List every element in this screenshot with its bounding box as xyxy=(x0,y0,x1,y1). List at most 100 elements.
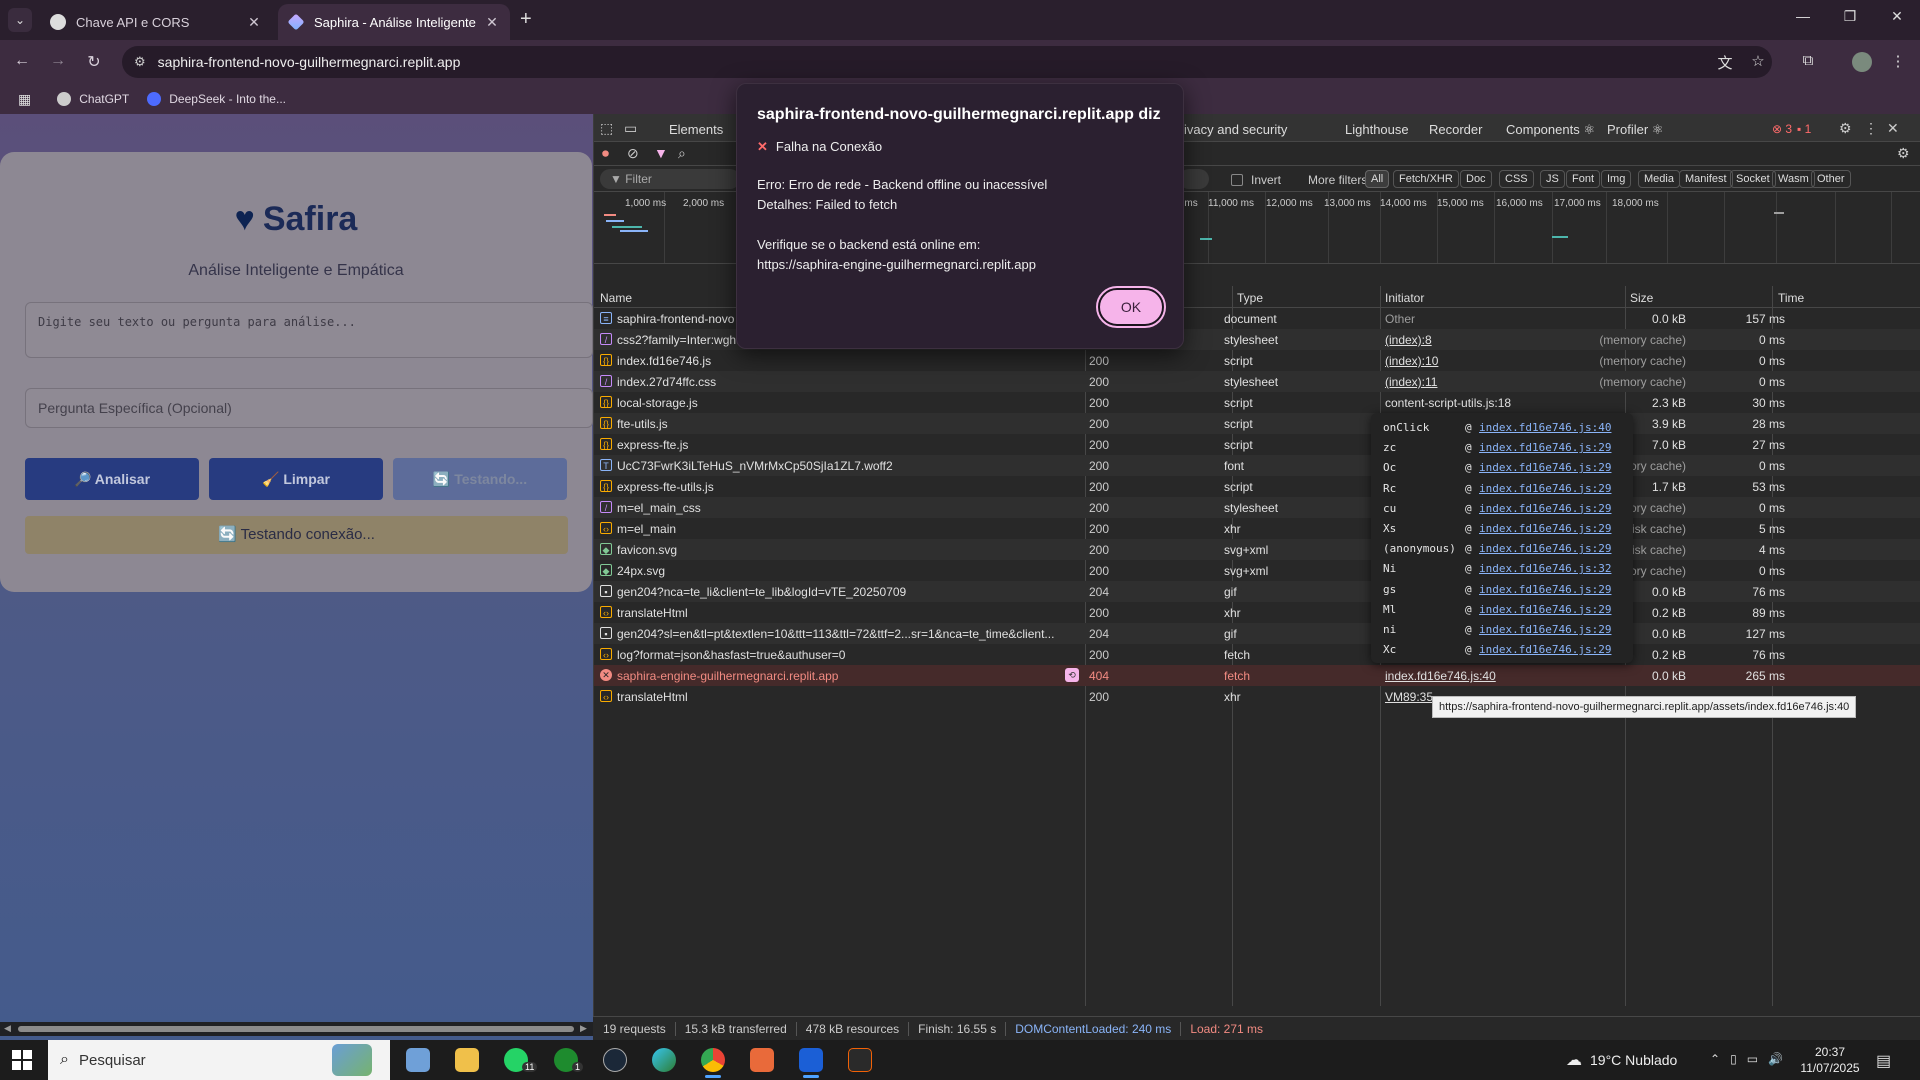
stack-location-link[interactable]: index.fd16e746.js:29 xyxy=(1479,482,1611,495)
windows-start-icon[interactable] xyxy=(12,1050,32,1070)
device-toggle-icon[interactable]: ▭ xyxy=(624,120,637,137)
stack-location-link[interactable]: index.fd16e746.js:29 xyxy=(1479,583,1611,596)
more-options-icon[interactable]: ⋮ xyxy=(1864,120,1878,137)
request-row[interactable]: / index.27d74ffc.css 200 stylesheet (index):… xyxy=(594,371,1920,392)
type-filter-doc[interactable]: Doc xyxy=(1460,170,1492,188)
override-badge-icon[interactable]: ⟲ xyxy=(1065,668,1079,682)
chevron-up-icon[interactable]: ⌃ xyxy=(1710,1052,1720,1066)
tab-recorder[interactable]: Recorder xyxy=(1429,122,1482,137)
clock[interactable]: 20:37 11/07/2025 xyxy=(1798,1044,1862,1076)
col-name[interactable]: Name xyxy=(600,291,632,305)
request-row[interactable]: ◆ 24px.svg 200 svg+xml (memory cache) 0 ms xyxy=(594,560,1920,581)
request-row[interactable]: {} express-fte-utils.js 200 script 1.7 kB 53 … xyxy=(594,476,1920,497)
type-filter-fetchxhr[interactable]: Fetch/XHR xyxy=(1393,170,1459,188)
request-row[interactable]: {} local-storage.js 200 script content-scrip… xyxy=(594,392,1920,413)
stack-location-link[interactable]: index.fd16e746.js:29 xyxy=(1479,542,1611,555)
stack-location-link[interactable]: index.fd16e746.js:29 xyxy=(1479,461,1611,474)
col-size[interactable]: Size xyxy=(1630,291,1653,305)
site-info-icon[interactable]: ⚙ xyxy=(134,54,146,70)
profile-avatar[interactable] xyxy=(1852,52,1872,72)
window-close-icon[interactable]: ✕ xyxy=(1887,8,1907,25)
tab-saphira[interactable]: Saphira - Análise Inteligente ✕ xyxy=(278,4,510,40)
request-row[interactable]: ‹› m=el_main 200 xhr (disk cache) 5 ms xyxy=(594,518,1920,539)
close-icon[interactable]: ✕ xyxy=(246,14,262,31)
bookmark-star-icon[interactable]: ☆ xyxy=(1748,52,1768,70)
close-devtools-icon[interactable]: ✕ xyxy=(1887,120,1899,137)
notes-app-icon[interactable] xyxy=(406,1048,430,1072)
forward-icon[interactable]: → xyxy=(48,52,68,70)
stack-location-link[interactable]: index.fd16e746.js:32 xyxy=(1479,562,1611,575)
col-time[interactable]: Time xyxy=(1778,291,1804,305)
col-initiator[interactable]: Initiator xyxy=(1385,291,1424,305)
extensions-icon[interactable]: ⧉ xyxy=(1798,52,1818,69)
file-explorer-icon[interactable] xyxy=(455,1048,479,1072)
replit-icon[interactable] xyxy=(848,1048,872,1072)
taskbar-search[interactable]: ⌕ Pesquisar xyxy=(48,1040,390,1080)
invert-checkbox[interactable]: Invert xyxy=(1231,173,1281,187)
inspect-icon[interactable]: ⬚ xyxy=(600,120,613,137)
analyze-button[interactable]: 🔎 Analisar xyxy=(25,458,199,500)
type-filter-font[interactable]: Font xyxy=(1566,170,1601,188)
address-bar[interactable]: ⚙ saphira-frontend-novo-guilhermegnarci.… xyxy=(122,46,1772,78)
type-filter-js[interactable]: JS xyxy=(1540,170,1565,188)
tab-lighthouse[interactable]: Lighthouse xyxy=(1345,122,1409,137)
volume-icon[interactable]: 🔊 xyxy=(1768,1052,1783,1066)
type-filter-all[interactable]: All xyxy=(1365,170,1390,188)
stack-location-link[interactable]: index.fd16e746.js:29 xyxy=(1479,522,1611,535)
request-row[interactable]: ▪ gen204?nca=te_li&client=te_lib&logId=vT… xyxy=(594,581,1920,602)
weather-widget[interactable]: ☁ 19°C Nublado xyxy=(1566,1040,1677,1080)
filter-icon[interactable]: ▼ xyxy=(654,145,668,161)
tab-search-button[interactable]: ⌄ xyxy=(8,8,32,32)
request-row[interactable]: ✕ saphira-engine-guilhermegnarci.replit.a… xyxy=(594,665,1920,686)
steam-icon[interactable] xyxy=(603,1048,627,1072)
new-tab-button[interactable]: + xyxy=(520,8,532,30)
edge-icon[interactable] xyxy=(652,1048,676,1072)
stack-location-link[interactable]: index.fd16e746.js:29 xyxy=(1479,603,1611,616)
reload-icon[interactable]: ↻ xyxy=(84,52,104,72)
scrollbar-thumb[interactable] xyxy=(18,1026,574,1032)
device-icon[interactable]: ▯ xyxy=(1730,1052,1737,1066)
request-row[interactable]: ◆ favicon.svg 200 svg+xml (disk cache) 4 ms xyxy=(594,539,1920,560)
stack-location-link[interactable]: index.fd16e746.js:29 xyxy=(1479,441,1611,454)
scroll-right-icon[interactable]: ▶ xyxy=(580,1023,587,1034)
type-filter-img[interactable]: Img xyxy=(1601,170,1632,188)
test-connection-button[interactable]: 🔄 Testando... xyxy=(393,458,567,500)
tab-chave-api[interactable]: Chave API e CORS ✕ xyxy=(40,4,272,40)
bookmark-chatgpt[interactable]: ChatGPT xyxy=(57,92,129,106)
chrome-icon[interactable] xyxy=(701,1048,725,1078)
search-icon[interactable]: ⌕ xyxy=(678,145,686,162)
type-filter-wasm[interactable]: Wasm xyxy=(1772,170,1815,188)
request-row[interactable]: ‹› log?format=json&hasfast=true&authuser=… xyxy=(594,644,1920,665)
request-row[interactable]: T UcC73FwrK3iLTeHuS_nVMrMxCp50SjIa1ZL7.wo… xyxy=(594,455,1920,476)
type-filter-other[interactable]: Other xyxy=(1811,170,1851,188)
clear-button[interactable]: 🧹 Limpar xyxy=(209,458,383,500)
request-row[interactable]: / m=el_main_css 200 stylesheet (memory cache… xyxy=(594,497,1920,518)
ok-button[interactable]: OK xyxy=(1096,286,1166,328)
checkbox-box[interactable] xyxy=(1231,174,1243,186)
tab-profiler[interactable]: Profiler ⚛ xyxy=(1607,122,1663,138)
restore-icon[interactable]: ❐ xyxy=(1840,8,1860,25)
question-input[interactable]: Pergunta Específica (Opcional) xyxy=(25,388,593,428)
stack-location-link[interactable]: index.fd16e746.js:29 xyxy=(1479,623,1611,636)
request-row[interactable]: ‹› translateHtml 200 xhr 0.2 kB 89 ms xyxy=(594,602,1920,623)
notification-center-icon[interactable]: ▤ xyxy=(1876,1051,1891,1071)
tab-elements[interactable]: Elements xyxy=(669,122,723,137)
type-filter-socket[interactable]: Socket xyxy=(1730,170,1776,188)
apps-grid-icon[interactable]: ▦ xyxy=(18,91,31,108)
warning-count-badge[interactable]: ▪ 1 xyxy=(1797,122,1811,136)
stack-location-link[interactable]: index.fd16e746.js:40 xyxy=(1479,421,1611,434)
translate-icon[interactable]: 文 xyxy=(1715,52,1735,73)
col-type[interactable]: Type xyxy=(1237,291,1263,305)
claude-icon[interactable] xyxy=(750,1048,774,1072)
request-row[interactable]: {} fte-utils.js 200 script 3.9 kB 28 ms xyxy=(594,413,1920,434)
type-filter-css[interactable]: CSS xyxy=(1499,170,1534,188)
request-row[interactable]: ▪ gen204?sl=en&tl=pt&textlen=10&ttt=113&t… xyxy=(594,623,1920,644)
type-filter-media[interactable]: Media xyxy=(1638,170,1680,188)
tab-privacy-security[interactable]: ivacy and security xyxy=(1184,122,1287,137)
tab-components[interactable]: Components ⚛ xyxy=(1506,122,1595,138)
type-filter-manifest[interactable]: Manifest xyxy=(1679,170,1733,188)
filter-input[interactable]: ▼ Filter xyxy=(600,169,740,189)
stack-location-link[interactable]: index.fd16e746.js:29 xyxy=(1479,643,1611,656)
bluesky-icon[interactable] xyxy=(799,1048,823,1078)
network-settings-icon[interactable]: ⚙ xyxy=(1897,145,1910,162)
